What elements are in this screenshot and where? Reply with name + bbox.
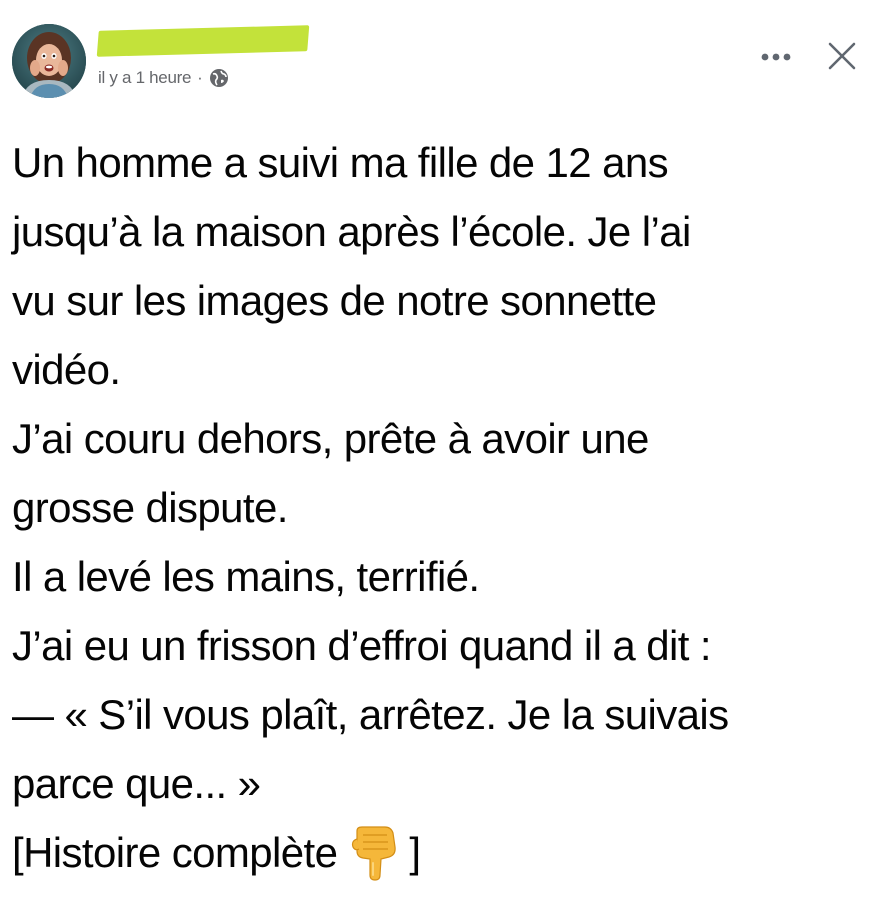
author-avatar[interactable] xyxy=(12,24,86,98)
avatar-image xyxy=(12,24,86,98)
post-text-line: J’ai couru dehors, prête à avoir une xyxy=(12,415,649,462)
post-card: il y a 1 heure · Un homme a suivi ma fil… xyxy=(0,0,883,906)
post-body: Un homme a suivi ma fille de 12 ans jusq… xyxy=(12,128,872,887)
more-horizontal-icon xyxy=(761,53,791,61)
post-text-line: vidéo. xyxy=(12,346,121,393)
more-options-button[interactable] xyxy=(758,42,794,72)
post-timestamp[interactable]: il y a 1 heure xyxy=(98,68,191,88)
close-button[interactable] xyxy=(824,38,860,74)
close-icon xyxy=(828,42,856,70)
full-story-link-line[interactable]: [Histoire complète ] xyxy=(12,818,872,887)
post-text-line: — « S’il vous plaît, arrêtez. Je la suiv… xyxy=(12,691,729,738)
author-name-redaction xyxy=(96,25,310,57)
post-text-line: vu sur les images de notre sonnette xyxy=(12,277,657,324)
post-text-line: J’ai eu un frisson d’effroi quand il a d… xyxy=(12,622,712,669)
post-text-line: Un homme a suivi ma fille de 12 ans xyxy=(12,139,669,186)
post-header: il y a 1 heure · xyxy=(12,22,872,102)
full-story-bracket: ] xyxy=(409,829,421,876)
globe-icon[interactable] xyxy=(209,68,229,88)
post-text-line: grosse dispute. xyxy=(12,484,288,531)
post-text-line: Il a levé les mains, terrifié. xyxy=(12,553,480,600)
post-text-line: jusqu’à la maison après l’école. Je l’ai xyxy=(12,208,691,255)
post-text-line: parce que... » xyxy=(12,760,261,807)
meta-separator: · xyxy=(197,68,203,87)
full-story-label: [Histoire complète xyxy=(12,829,338,876)
pointing-down-hand-icon xyxy=(351,825,401,881)
post-meta: il y a 1 heure · xyxy=(98,68,229,88)
